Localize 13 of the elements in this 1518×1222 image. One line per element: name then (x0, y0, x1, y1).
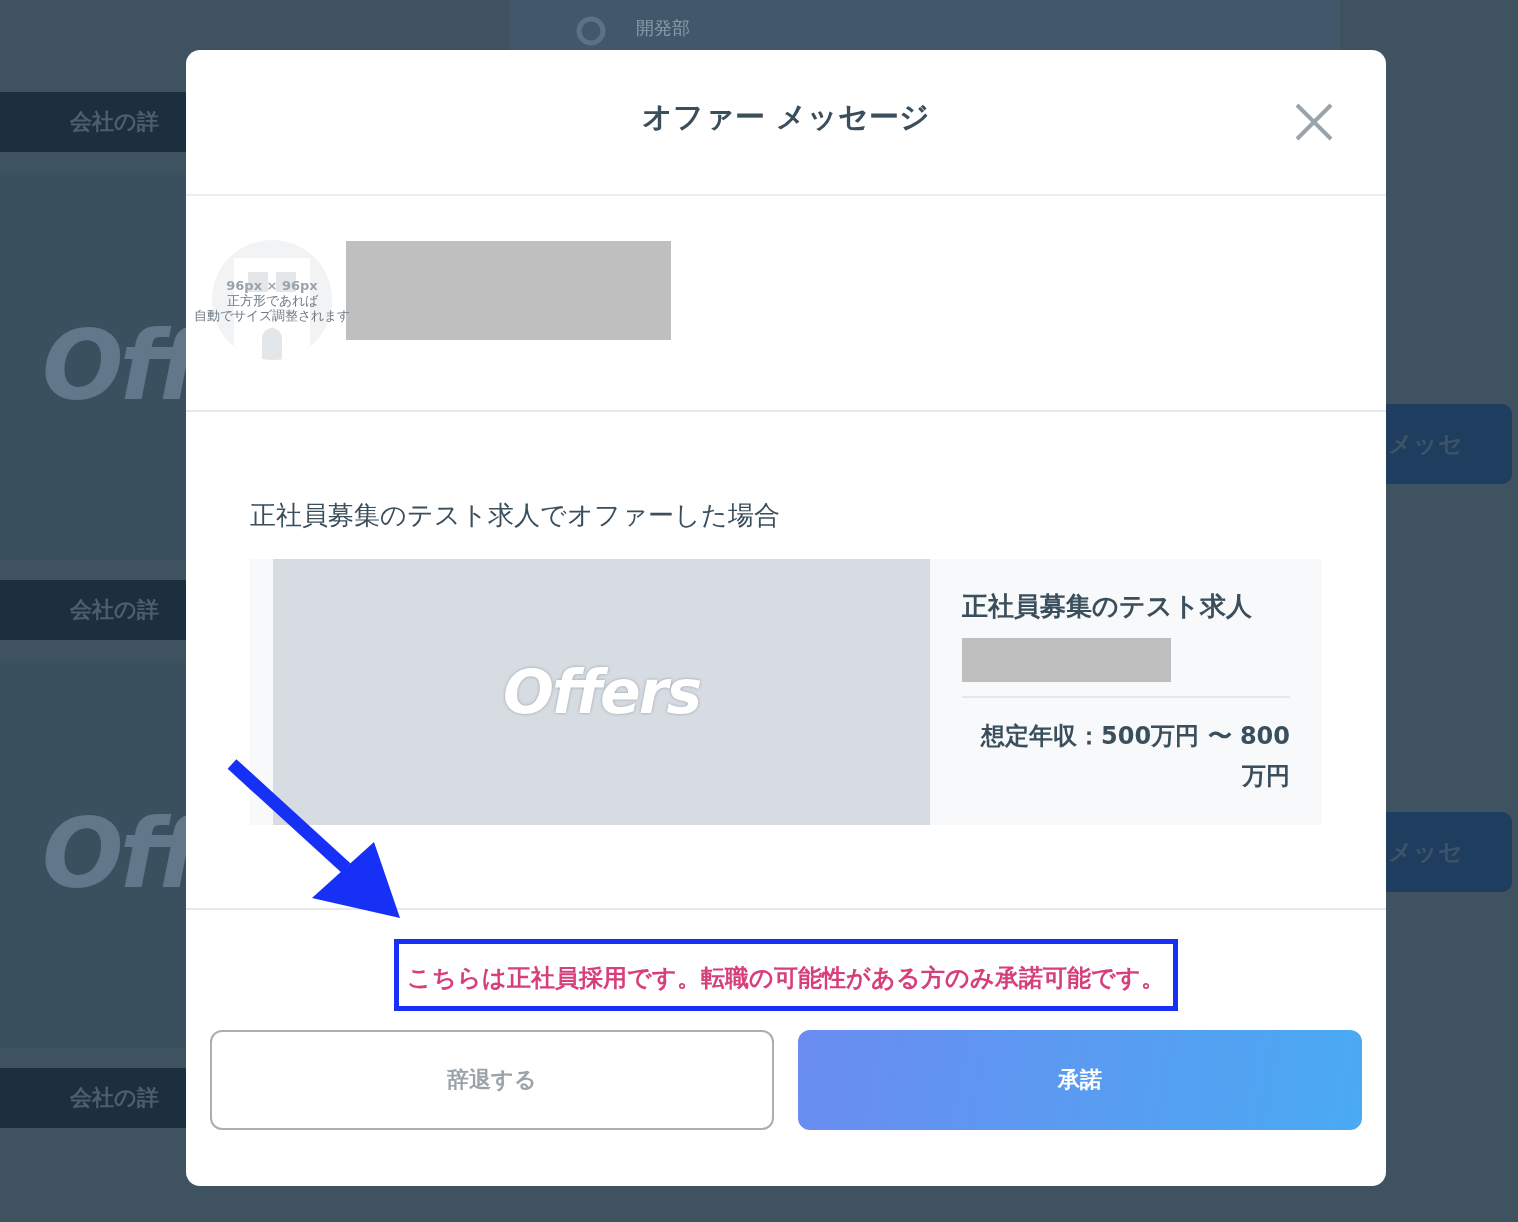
department-label: 開発部 (636, 16, 690, 40)
intro-text: 正社員募集のテスト求人でオファーした場合 (250, 499, 781, 532)
dialog-title: オファー メッセージ (642, 97, 930, 136)
accept-button[interactable]: 承諾 (798, 1030, 1362, 1130)
size-label: 96px × 96px (226, 277, 318, 293)
avatar-note: 自動でサイズ調整されます (194, 307, 350, 323)
decline-button[interactable]: 辞退する (210, 1030, 774, 1130)
job-title: 正社員募集のテスト求人 (962, 590, 1253, 623)
salary-text: 想定年収：500万円 〜 800万円 (979, 721, 1290, 792)
notice-text: こちらは正社員採用です。転職の可能性がある方のみ承諾可能です。 (394, 939, 1178, 1011)
person-icon (576, 16, 606, 46)
close-icon[interactable] (1294, 102, 1334, 142)
avatar-note: 正方形であれば (226, 292, 318, 308)
